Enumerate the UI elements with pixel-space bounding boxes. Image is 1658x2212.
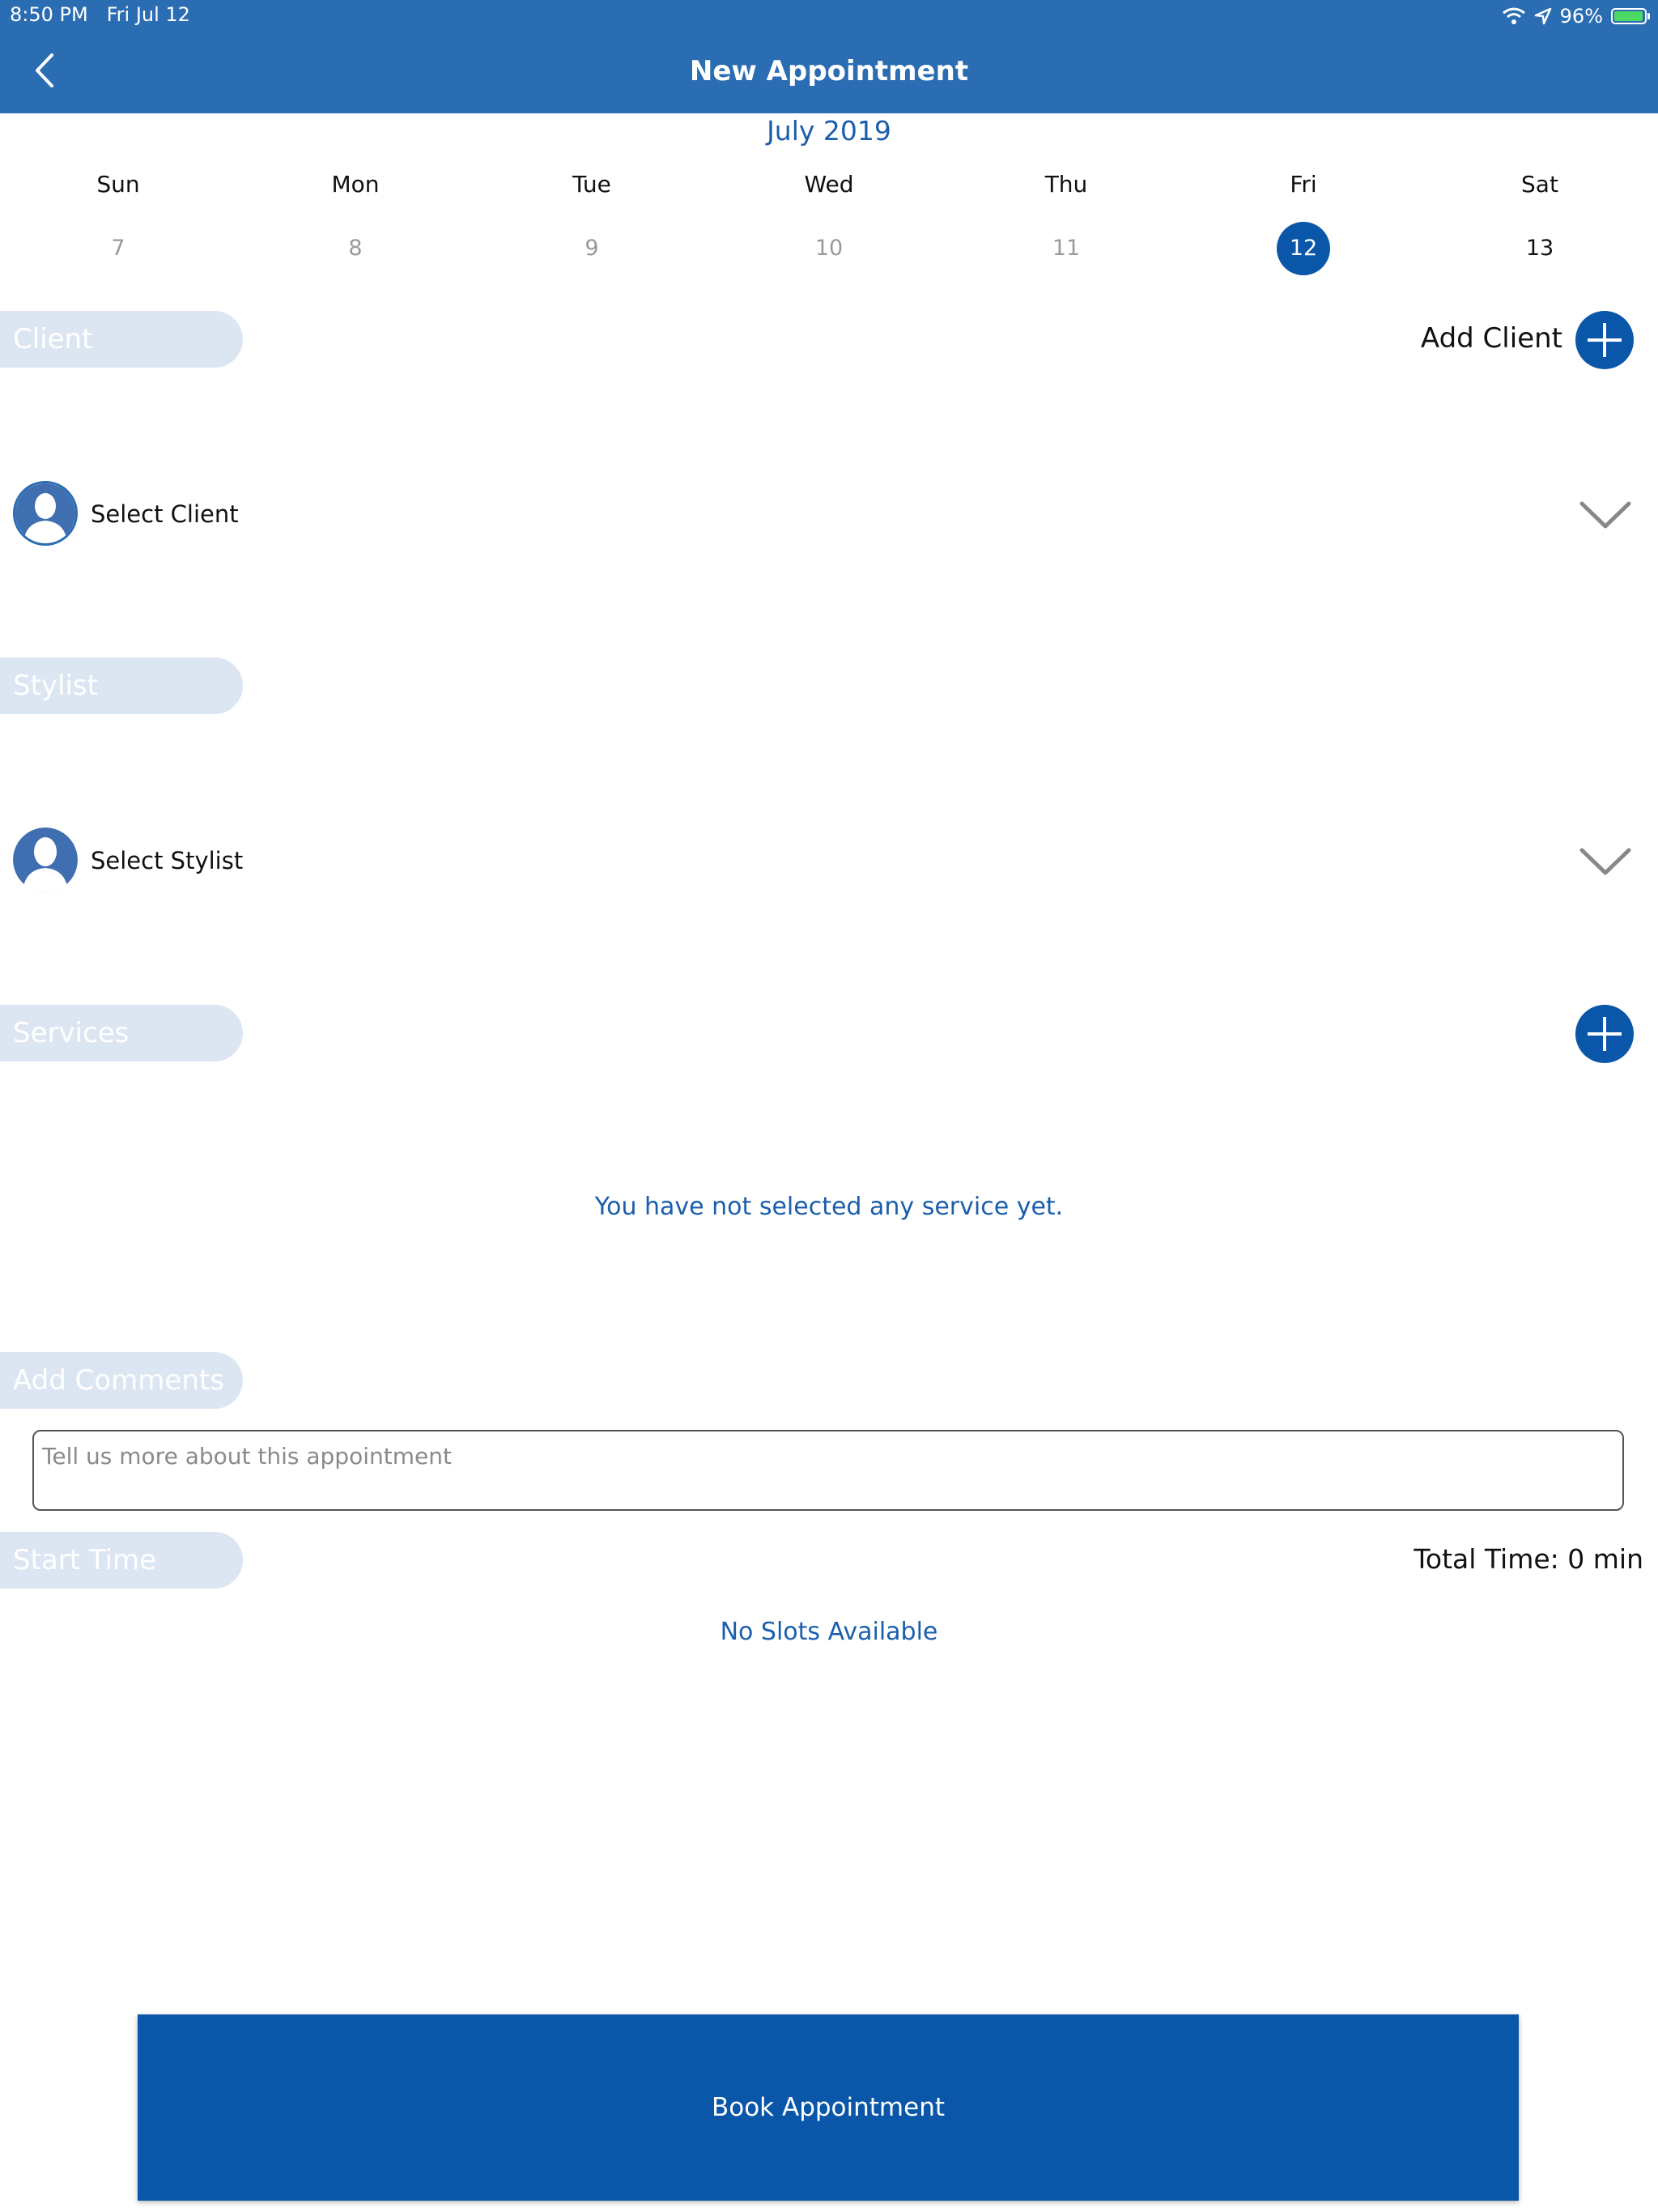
calendar-day-thu[interactable]: Thu 11	[1010, 168, 1123, 261]
services-section-label: Services	[0, 1005, 243, 1061]
day-name: Sun	[96, 171, 140, 198]
day-name: Wed	[804, 171, 854, 198]
calendar-day-sun[interactable]: Sun 7	[62, 168, 175, 261]
add-client-label[interactable]: Add Client	[1421, 322, 1562, 355]
day-number: 13	[1525, 236, 1554, 261]
calendar-month-label: July 2019	[767, 115, 891, 147]
add-client-button[interactable]	[1575, 311, 1634, 369]
day-number: 7	[111, 236, 125, 261]
no-services-message: You have not selected any service yet.	[594, 1193, 1064, 1221]
person-placeholder-icon	[15, 483, 75, 543]
book-appointment-button[interactable]: Book Appointment	[138, 2014, 1519, 2201]
day-name: Sat	[1521, 171, 1558, 198]
chevron-down-icon	[1579, 501, 1631, 529]
stylist-dropdown-button[interactable]	[1579, 845, 1632, 881]
person-placeholder-icon	[13, 827, 78, 892]
client-avatar	[13, 481, 78, 546]
day-name: Tue	[572, 171, 611, 198]
stylist-section-label: Stylist	[0, 657, 243, 714]
comments-input[interactable]	[32, 1430, 1624, 1511]
calendar-day-wed[interactable]: Wed 10	[772, 168, 886, 261]
stylist-avatar	[13, 827, 78, 892]
wifi-icon	[1502, 7, 1525, 24]
select-stylist-label[interactable]: Select Stylist	[91, 847, 243, 874]
add-service-button[interactable]	[1575, 1005, 1634, 1063]
day-number: 8	[348, 236, 363, 261]
day-number: 12	[1277, 222, 1330, 275]
day-number: 9	[585, 236, 599, 261]
select-client-label[interactable]: Select Client	[91, 500, 239, 528]
day-number: 11	[1052, 236, 1081, 261]
day-name: Fri	[1290, 171, 1317, 198]
battery-percent: 96%	[1559, 5, 1603, 28]
no-slots-message: No Slots Available	[720, 1618, 938, 1646]
start-time-section-label: Start Time	[0, 1532, 243, 1589]
total-time-label: Total Time: 0 min	[1414, 1543, 1643, 1575]
status-date: Fri Jul 12	[106, 3, 190, 26]
battery-charging-icon	[1611, 8, 1650, 24]
calendar-day-tue[interactable]: Tue 9	[535, 168, 648, 261]
calendar-day-sat[interactable]: Sat 13	[1483, 168, 1596, 261]
day-name: Thu	[1044, 171, 1088, 198]
day-number: 10	[814, 236, 844, 261]
status-bar-left: 8:50 PM Fri Jul 12	[10, 3, 190, 26]
chevron-down-icon	[1579, 848, 1631, 875]
calendar-day-mon[interactable]: Mon 8	[299, 168, 412, 261]
calendar-week: Sun 7 Mon 8 Tue 9 Wed 10 Thu 11 Fri 12 S…	[0, 168, 1658, 290]
page-title: New Appointment	[689, 55, 969, 87]
status-time: 8:50 PM	[10, 3, 88, 26]
comments-section-label: Add Comments	[0, 1352, 243, 1409]
day-name: Mon	[331, 171, 380, 198]
location-icon	[1534, 7, 1551, 25]
client-dropdown-button[interactable]	[1579, 499, 1632, 534]
client-section-label: Client	[0, 311, 243, 368]
calendar-day-fri-selected[interactable]: Fri 12	[1247, 168, 1360, 275]
status-bar-right: 96%	[1502, 3, 1650, 29]
